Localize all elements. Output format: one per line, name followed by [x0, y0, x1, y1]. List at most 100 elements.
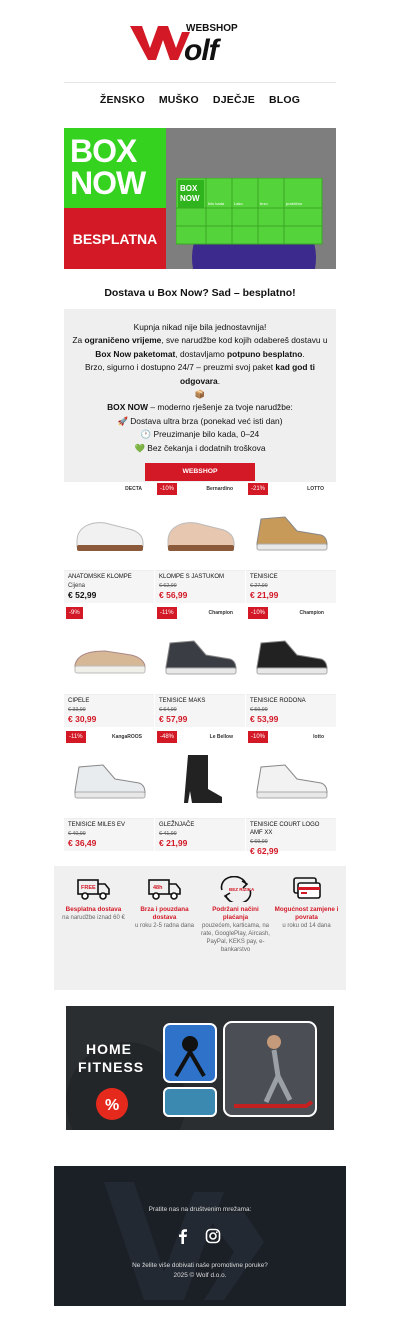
- product-card[interactable]: DECTA ANATOMSKE KLOMPE Cijena € 52,99: [64, 482, 154, 603]
- instagram-icon[interactable]: [205, 1228, 221, 1244]
- product-card[interactable]: -21% LOTTO TENISICE € 27,99 € 21,99: [246, 482, 336, 603]
- feature-title: Besplatna dostava: [65, 906, 122, 913]
- product-name[interactable]: GLEŽNJAČE: [159, 821, 241, 829]
- brand-logo: Champion: [299, 610, 324, 616]
- card-top: -48% Le Bellow: [155, 730, 245, 744]
- package-icon: 📦: [194, 389, 206, 400]
- product-price: € 62,99: [250, 846, 279, 856]
- product-price: € 36,49: [68, 838, 97, 848]
- product-name[interactable]: CIPELE: [68, 697, 150, 705]
- product-card[interactable]: -10% Bernardino KLOMPE S JASTUKOM € 62,9…: [155, 482, 245, 603]
- brand-logo: DECTA: [125, 486, 142, 492]
- product-card[interactable]: -48% Le Bellow GLEŽNJAČE € 41,99 € 21,99: [155, 730, 245, 851]
- sneaker-icon[interactable]: [155, 620, 245, 694]
- card-meta: ANATOMSKE KLOMPE Cijena € 52,99: [64, 570, 154, 603]
- product-name[interactable]: TENISICE MILES EV: [68, 821, 150, 829]
- product-price: € 52,99: [68, 590, 97, 600]
- feature-free-delivery: FREE Besplatna dostava na narudžbe iznad…: [58, 876, 129, 980]
- feature-desc: na narudžbe iznad 60 €: [62, 915, 125, 921]
- discount-badge: -10%: [248, 731, 269, 743]
- nav-djecje[interactable]: DJEČJE: [213, 94, 255, 106]
- card-meta: GLEŽNJAČE € 41,99 € 21,99: [155, 818, 245, 851]
- product-card[interactable]: -10% Champion TENISICE RODONA € 59,99 € …: [246, 606, 336, 727]
- product-card[interactable]: -9% CIPELE € 33,99 € 30,99: [64, 606, 154, 727]
- product-card[interactable]: -11% KangaROOS TENISICE MILES EV € 40,99…: [64, 730, 154, 851]
- old-price: € 59,99: [250, 707, 268, 713]
- svg-text:%: %: [105, 1097, 119, 1114]
- svg-text:NOW: NOW: [180, 194, 200, 203]
- old-price: € 62,99: [159, 583, 177, 589]
- feature-desc: u roku od 14 dana: [282, 923, 331, 929]
- nav-blog[interactable]: BLOG: [269, 94, 300, 106]
- old-price: € 33,99: [68, 707, 86, 713]
- truck-48h-icon: 48h: [147, 879, 181, 900]
- product-card[interactable]: -10% lotto TENISICE COURT LOGO AMF XX € …: [246, 730, 336, 856]
- main-nav: ŽENSKO MUŠKO DJEČJE BLOG: [64, 94, 336, 106]
- discount-badge: -10%: [157, 483, 178, 495]
- price-label: Cijena: [68, 583, 86, 589]
- sneaker-icon[interactable]: [246, 620, 336, 694]
- nav-musko[interactable]: MUŠKO: [159, 94, 199, 106]
- follow-text: Pratite nas na društvenim mrežama:: [148, 1206, 252, 1213]
- discount-badge: -21%: [248, 483, 269, 495]
- old-price: € 27,99: [250, 583, 268, 589]
- feature-title: Podržani načini plaćanja: [212, 906, 259, 921]
- fitness-illustration: HOME FITNESS %: [66, 1006, 334, 1130]
- clog-icon[interactable]: [64, 496, 154, 570]
- sneaker-icon[interactable]: [246, 496, 336, 570]
- promo-line-2: Za ograničeno vrijeme, sve narudžbe kod …: [72, 335, 328, 359]
- feature-fast-delivery: 48h Brza i pouzdana dostava u roku 2-5 r…: [129, 876, 200, 980]
- product-grid: DECTA ANATOMSKE KLOMPE Cijena € 52,99 -1…: [64, 482, 336, 856]
- truck-free-icon: FREE: [76, 879, 110, 900]
- old-price: € 69,99: [250, 839, 268, 845]
- svg-text:olf: olf: [184, 34, 222, 62]
- card-meta: TENISICE € 27,99 € 21,99: [246, 570, 336, 603]
- cards-icon: [292, 877, 321, 899]
- svg-text:bilo kada: bilo kada: [208, 201, 225, 206]
- copyright: 2025 © Wolf d.o.o.: [173, 1272, 227, 1279]
- clog-icon[interactable]: [155, 496, 245, 570]
- product-price: € 56,99: [159, 590, 188, 600]
- card-top: -9%: [64, 606, 154, 620]
- product-price: € 30,99: [68, 714, 97, 724]
- product-name[interactable]: TENISICE MAKS: [159, 697, 241, 705]
- product-name[interactable]: TENISICE: [250, 573, 332, 581]
- loafer-icon[interactable]: [64, 620, 154, 694]
- card-top: -10% lotto: [246, 730, 336, 744]
- old-price: € 40,99: [68, 831, 86, 837]
- boxnow-hero-banner[interactable]: BOX NOW BESPLATNA BOX NOW bilo kada Lako …: [64, 128, 336, 269]
- product-name[interactable]: KLOMPE S JASTUKOM: [159, 573, 241, 581]
- discount-badge: -48%: [157, 731, 178, 743]
- sneaker-icon[interactable]: [246, 744, 336, 818]
- features-bar: FREE Besplatna dostava na narudžbe iznad…: [54, 866, 346, 990]
- promo-line-4: BOX NOW – moderno rješenje za tvoje naru…: [107, 402, 293, 413]
- old-price: € 41,99: [159, 831, 177, 837]
- product-name[interactable]: TENISICE RODONA: [250, 697, 332, 705]
- nav-zensko[interactable]: ŽENSKO: [100, 94, 145, 106]
- sneaker-icon[interactable]: [64, 744, 154, 818]
- unsubscribe-link[interactable]: Ne želite više dobivati naše promotivne …: [54, 1262, 346, 1269]
- feature-desc: u roku 2-5 radna dana: [134, 923, 195, 929]
- webshop-button[interactable]: WEBSHOP: [145, 463, 255, 482]
- footer: Pratite nas na društvenim mrežama: Ne že…: [54, 1166, 346, 1306]
- product-price: € 21,99: [250, 590, 279, 600]
- home-fitness-banner[interactable]: HOME FITNESS %: [66, 1006, 334, 1130]
- facebook-icon[interactable]: [175, 1228, 191, 1244]
- svg-text:FREE: FREE: [81, 885, 96, 891]
- wolf-logo[interactable]: WEBSHOP olf: [128, 18, 272, 67]
- card-meta: TENISICE MAKS € 64,99 € 57,99: [155, 694, 245, 727]
- parcel-locker-icon: BOX NOW bilo kada Lako brzo praktično: [176, 178, 323, 245]
- brand-logo: LOTTO: [307, 486, 324, 492]
- card-meta: KLOMPE S JASTUKOM € 62,99 € 56,99: [155, 570, 245, 603]
- product-name[interactable]: ANATOMSKE KLOMPE: [68, 573, 150, 581]
- promo-headline: Dostava u Box Now? Sad – besplatno!: [104, 287, 296, 299]
- product-name[interactable]: TENISICE COURT LOGO AMF XX: [250, 821, 332, 837]
- feature-return: Mogućnost zamjene i povrata u roku od 14…: [271, 876, 342, 980]
- product-price: € 57,99: [159, 714, 188, 724]
- promo-box: Kupnja nikad nije bila jednostavnija! Za…: [64, 309, 336, 482]
- product-card[interactable]: -11% Champion TENISICE MAKS € 64,99 € 57…: [155, 606, 245, 727]
- svg-text:praktično: praktično: [286, 201, 303, 206]
- brand-logo: lotto: [313, 734, 324, 740]
- discount-badge: -9%: [66, 607, 83, 619]
- boot-icon[interactable]: [155, 744, 245, 818]
